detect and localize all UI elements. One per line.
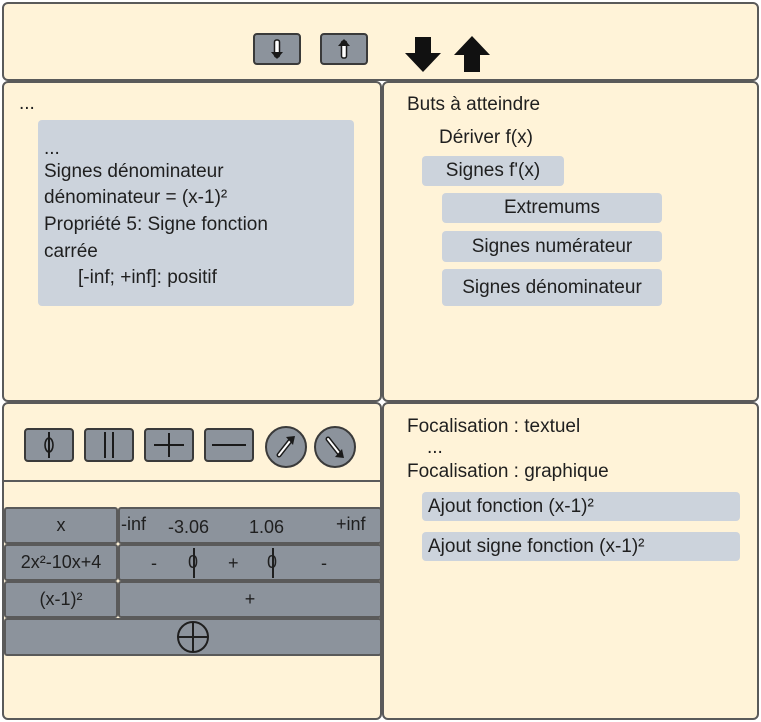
x-value: 1.06 [249, 517, 285, 537]
proof-line: ... [44, 138, 60, 159]
focus-item[interactable]: Ajout fonction (x-1)² [422, 492, 740, 521]
focus-item[interactable]: Ajout signe fonction (x-1)² [422, 532, 740, 561]
proof-ellipsis: ... [19, 93, 35, 114]
top-toolbar [2, 2, 759, 81]
big-down-arrow-icon [405, 37, 441, 72]
x-value: -inf [121, 514, 147, 534]
proof-line: dénominateur = (x-1)² [44, 187, 228, 208]
insert-zero-button[interactable] [24, 428, 74, 462]
up-arrow-icon [338, 39, 350, 59]
sign-value: - [321, 553, 327, 573]
sign-value: 0 [188, 552, 199, 572]
row-square-label: (x-1)² [4, 581, 118, 618]
goal-signes-fprime-button[interactable]: Signes f'(x) [422, 156, 564, 186]
proof-line: Signes dénominateur [44, 161, 224, 182]
big-down-arrow-button[interactable] [403, 35, 443, 78]
proof-panel: ... ... Signes dénominateur dénominateur… [2, 81, 382, 402]
goal-signes-numerateur-button[interactable]: Signes numérateur [442, 231, 662, 262]
insert-decreasing-arrow-button[interactable] [314, 426, 356, 468]
row-poly-label: 2x²-10x+4 [4, 544, 118, 581]
move-up-button[interactable] [320, 33, 368, 65]
goal-deriver[interactable]: Dériver f(x) [439, 127, 533, 149]
proof-line: carrée [44, 241, 98, 262]
big-up-arrow-icon [454, 36, 490, 72]
arrow-up-right-icon [276, 436, 295, 458]
sign-value: 0 [267, 552, 278, 572]
sign-table-panel: x -inf -3.06 1.06 +inf 2x²-10x+4 - 0 + 0… [2, 402, 382, 720]
focus-textuel: Focalisation : textuel [407, 416, 581, 437]
goals-panel: Buts à atteindre Dériver f(x) Signes f'(… [382, 81, 759, 402]
insert-increasing-arrow-button[interactable] [265, 426, 307, 468]
row-x-values[interactable]: -inf -3.06 1.06 +inf [118, 507, 382, 544]
circled-plus-icon [177, 621, 209, 653]
row-x-label: x [4, 507, 118, 544]
arrow-down-right-icon [325, 436, 344, 458]
tools-divider [4, 480, 380, 482]
big-up-arrow-button[interactable] [452, 35, 492, 78]
insert-double-bar-button[interactable] [84, 428, 134, 462]
focus-ellipsis: ... [427, 437, 443, 458]
goals-title: Buts à atteindre [407, 94, 541, 115]
row-poly-signs[interactable]: - 0 + 0 - [118, 544, 382, 581]
focus-graphique: Focalisation : graphique [407, 461, 609, 482]
add-row-button[interactable] [4, 618, 382, 656]
move-down-button[interactable] [253, 33, 301, 65]
proof-line: Propriété 5: Signe fonction [44, 214, 268, 235]
down-arrow-icon [271, 39, 283, 59]
insert-minus-button[interactable] [204, 428, 254, 462]
goal-signes-denominateur-button[interactable]: Signes dénominateur [442, 269, 662, 306]
double-bar-icon [104, 432, 114, 458]
x-value: -3.06 [168, 517, 210, 537]
goal-extremums-button[interactable]: Extremums [442, 193, 662, 223]
plus-sign-icon [154, 433, 184, 457]
sign-value: - [151, 553, 157, 573]
proof-line: [-inf; +inf]: positif [78, 267, 217, 288]
proof-step-card[interactable]: ... Signes dénominateur dénominateur = (… [38, 120, 354, 306]
row-square-sign[interactable]: + [118, 581, 382, 618]
focus-panel: Focalisation : textuel ... Focalisation … [382, 402, 759, 720]
sign-value: + [228, 553, 239, 573]
insert-plus-button[interactable] [144, 428, 194, 462]
zero-marker-icon [44, 432, 54, 458]
x-value: +inf [336, 514, 366, 534]
minus-sign-icon [212, 444, 246, 446]
